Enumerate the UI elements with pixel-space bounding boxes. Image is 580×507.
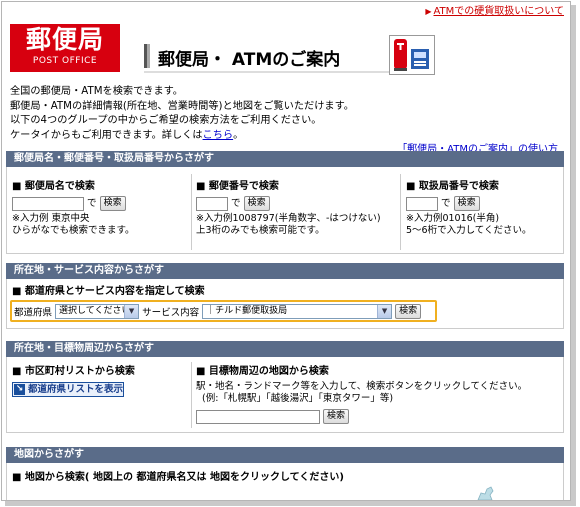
search-by-office-name: ■ 郵便局名で検索 で 検索 ※入力例 東京中央 ひらがなでも検索できます。	[12, 181, 182, 237]
office-name-input[interactable]	[12, 196, 84, 211]
logo-english: POST OFFICE	[32, 56, 98, 66]
service-search-button[interactable]: 検索	[395, 304, 422, 319]
prefecture-label: 都道府県	[14, 307, 53, 319]
intro-line-3: 以下の4つのグループの中からご希望の検索方法をご利用ください。	[10, 115, 322, 127]
service-select-value: ｜チルド郵便取扱局	[206, 306, 288, 316]
landmark-search: ■ 目標物周辺の地図から検索 駅・地名・ランドマーク等を入力して、検索ボタンをク…	[196, 366, 556, 424]
intro-line-1: 全国の郵便局・ATMを検索できます。	[10, 86, 183, 97]
coin-handling-link[interactable]: ATMでの硬貨取扱いについて	[433, 6, 564, 17]
office-name-row: で 検索	[12, 196, 182, 211]
prefecture-select[interactable]: 選択してください ▼	[55, 304, 140, 319]
top-notice: ▶ ATMでの硬貨取扱いについて	[425, 2, 564, 17]
intro-period: 。	[233, 130, 244, 142]
landmark-instruction: 駅・地名・ランドマーク等を入力して、検索ボタンをクリックしてください。	[196, 381, 528, 392]
logo-kanji: 郵便局	[25, 25, 104, 54]
title-bar-decoration	[144, 44, 150, 68]
postbox-atm-icon	[389, 35, 435, 75]
office-number-note-1: ※入力例01016(半角)	[406, 213, 500, 224]
intro-text: 全国の郵便局・ATMを検索できます。 郵便局・ATMの詳細情報(所在地、営業時間…	[10, 85, 354, 144]
service-label: サービス内容	[142, 307, 200, 319]
municipality-search: ■ 市区町村リストから検索	[12, 366, 135, 378]
landmark-row: 検索	[196, 409, 556, 424]
arrow-icon: ▶	[425, 7, 432, 16]
postal-code-de: で	[231, 198, 241, 209]
post-office-logo[interactable]: 郵便局 POST OFFICE	[10, 24, 120, 72]
page-frame: ▶ ATMでの硬貨取扱いについて 郵便局 POST OFFICE 郵便局・ ATM…	[1, 1, 571, 501]
search-by-postal-code: ■ 郵便番号で検索 で 検索 ※入力例1008797(半角数字、-はつけない) …	[196, 181, 396, 237]
mobile-info-link[interactable]: こちら	[203, 130, 234, 141]
window-shadow-bottom	[5, 501, 576, 506]
section-header-map: 地図からさがす	[6, 447, 564, 463]
landmark-search-button[interactable]: 検索	[323, 409, 350, 424]
office-number-search-button[interactable]: 検索	[453, 196, 480, 211]
office-name-note-1: ※入力例 東京中央	[12, 213, 90, 224]
municipality-heading: ■ 市区町村リストから検索	[12, 366, 135, 377]
postal-code-note-1: ※入力例1008797(半角数字、-はつけない)	[196, 213, 381, 224]
window-shadow-right	[571, 5, 576, 502]
chevron-down-icon: ▼	[377, 305, 392, 318]
column-divider	[191, 362, 192, 428]
intro-line-4: ケータイからもご利用できます。詳しくはこちら。	[10, 129, 354, 144]
page-title: 郵便局・ ATMのご案内	[158, 50, 341, 70]
map-search-heading: ■ 地図から検索( 地図上の 都道府県名又は 地図をクリックしてください)	[12, 472, 344, 483]
landmark-input[interactable]	[196, 409, 320, 424]
office-number-de: で	[441, 198, 451, 209]
show-prefecture-list-button[interactable]: ↘ 都道府県リストを表示	[12, 382, 124, 397]
column-divider	[400, 174, 401, 250]
prefecture-select-value: 選択してください	[59, 306, 131, 316]
landmark-heading: ■ 目標物周辺の地図から検索	[196, 366, 329, 377]
intro-line-2: 郵便局・ATMの詳細情報(所在地、営業時間等)と地図をご覧いただけます。	[10, 100, 354, 112]
chevron-down-icon: ▼	[124, 305, 139, 318]
office-number-input[interactable]	[406, 196, 438, 211]
title-underline	[144, 71, 389, 73]
service-select[interactable]: ｜チルド郵便取扱局 ▼	[202, 304, 393, 319]
postal-code-search-button[interactable]: 検索	[243, 196, 270, 211]
arrow-right-icon: ↘	[14, 384, 25, 395]
show-prefecture-list-label: 都道府県リストを表示	[28, 384, 124, 395]
office-name-note-2: ひらがなでも検索できます。	[12, 225, 135, 236]
office-number-note-2: 5〜6桁で入力してください。	[406, 225, 532, 236]
service-search-title: ■ 都道府県とサービス内容を指定して検索	[12, 286, 205, 297]
column-divider	[191, 174, 192, 250]
landmark-example: (例:「札幌駅」「越後湯沢」「東京タワー」等)	[202, 393, 394, 404]
search-by-office-number: ■ 取扱局番号で検索 で 検索 ※入力例01016(半角) 5〜6桁で入力してく…	[406, 181, 556, 237]
section-header-name-number: 郵便局名・郵便番号・取扱局番号からさがす	[6, 151, 564, 167]
office-number-row: で 検索	[406, 196, 556, 211]
postal-code-row: で 検索	[196, 196, 396, 211]
section-header-landmark: 所在地・目標物周辺からさがす	[6, 341, 564, 357]
postal-code-input[interactable]	[196, 196, 228, 211]
map-search: ■ 地図から検索( 地図上の 都道府県名又は 地図をクリックしてください)	[12, 472, 344, 484]
page-title-block: 郵便局・ ATMのご案内	[144, 40, 389, 73]
postal-code-heading: ■ 郵便番号で検索	[196, 181, 279, 192]
postal-code-note-2: 上3桁のみでも検索可能です。	[196, 225, 325, 236]
intro-mobile-text: ケータイからもご利用できます。詳しくは	[10, 130, 203, 142]
office-name-search-button[interactable]: 検索	[99, 196, 126, 211]
office-number-heading: ■ 取扱局番号で検索	[406, 181, 499, 192]
office-name-de: で	[87, 198, 97, 209]
service-search-row: 都道府県 選択してください ▼ サービス内容 ｜チルド郵便取扱局 ▼ 検索	[14, 304, 422, 319]
section-header-location-service: 所在地・サービス内容からさがす	[6, 263, 564, 279]
service-search-heading: ■ 都道府県とサービス内容を指定して検索	[12, 286, 205, 298]
office-name-heading: ■ 郵便局名で検索	[12, 181, 95, 192]
japan-map-icon[interactable]	[476, 484, 496, 500]
